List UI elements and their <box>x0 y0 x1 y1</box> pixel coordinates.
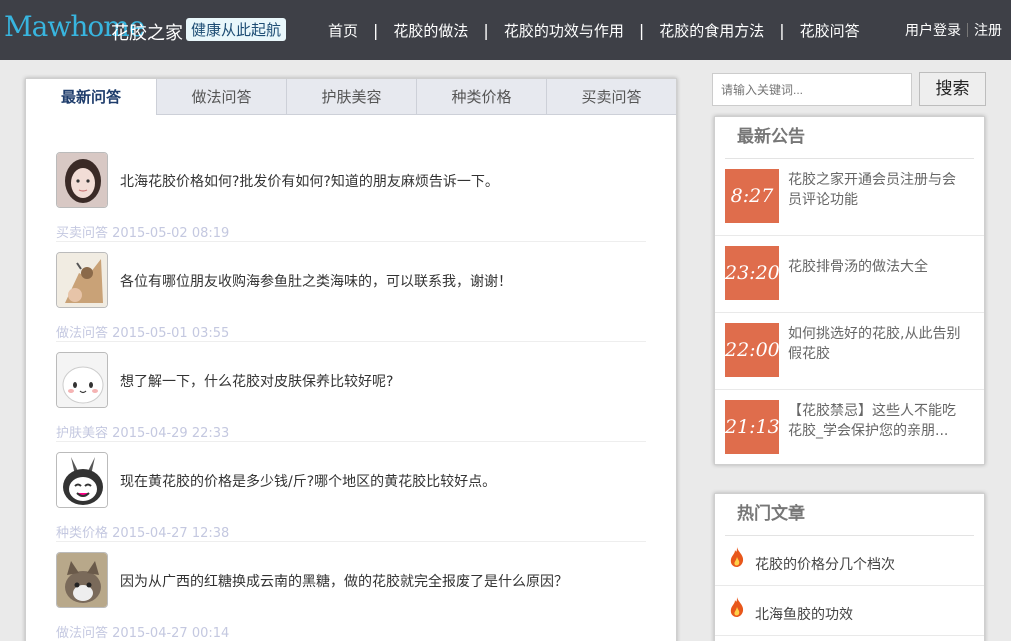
notice-link[interactable]: 花胶之家开通会员注册与会员评论功能 <box>788 170 968 210</box>
qa-panel: 最新问答 做法问答 护肤美容 种类价格 买卖问答 北海花胶价格如何?批发价有如何… <box>25 78 677 641</box>
nav-separator: | <box>779 20 785 40</box>
site-header: Mawhome 花胶之家 健康从此起航 首页 | 花胶的做法 | 花胶的功效与作… <box>0 0 1011 60</box>
qa-item: 因为从广西的红糖换成云南的黑糖，做的花胶就完全报废了是什么原因？ 做法问答 20… <box>56 549 646 641</box>
notice-box: 最新公告 8:27 花胶之家开通会员注册与会员评论功能 23:20 花胶排骨汤的… <box>714 116 985 465</box>
nav-benefits[interactable]: 花胶的功效与作用 <box>494 20 634 41</box>
qa-tabs: 最新问答 做法问答 护肤美容 种类价格 买卖问答 <box>26 79 676 115</box>
question-meta: 买卖问答 2015-05-02 08:19 <box>56 222 229 241</box>
question-title[interactable]: 因为从广西的红糖换成云南的黑糖，做的花胶就完全报废了是什么原因？ <box>120 571 568 591</box>
hot-articles-title: 热门文章 <box>725 494 974 536</box>
register-link[interactable]: 注册 <box>974 20 1002 40</box>
question-title[interactable]: 现在黄花胶的价格是多少钱/斤?哪个地区的黄花胶比较好点。 <box>120 471 496 491</box>
tab-trade[interactable]: 买卖问答 <box>546 79 676 115</box>
notice-link[interactable]: 如何挑选好的花胶,从此告别假花胶 <box>788 324 968 364</box>
nav-recipes[interactable]: 花胶的做法 <box>383 20 478 41</box>
notice-item: 8:27 花胶之家开通会员注册与会员评论功能 <box>715 159 984 236</box>
nav-separator: | <box>373 20 379 40</box>
hot-article-link[interactable]: 花胶的价格分几个档次 <box>755 554 895 574</box>
question-title[interactable]: 北海花胶价格如何?批发价有如何?知道的朋友麻烦告诉一下。 <box>120 171 499 191</box>
login-link[interactable]: 用户登录 <box>905 20 961 40</box>
nav-separator: | <box>483 20 489 40</box>
fire-icon <box>729 596 745 618</box>
avatar[interactable] <box>56 452 108 508</box>
hot-article-item: 花胶的价格分几个档次 <box>715 536 984 586</box>
question-category[interactable]: 做法问答 <box>56 626 108 641</box>
notice-time: 23:20 <box>725 246 780 300</box>
notice-item: 23:20 花胶排骨汤的做法大全 <box>715 236 984 313</box>
question-time: 2015-04-27 12:38 <box>112 526 230 541</box>
tab-latest[interactable]: 最新问答 <box>26 79 156 115</box>
logo-slogan: 健康从此起航 <box>186 18 287 41</box>
fire-icon <box>729 546 745 568</box>
search-input[interactable] <box>712 73 912 106</box>
divider <box>56 541 646 542</box>
qa-item: 各位有哪位朋友收购海参鱼肚之类海味的，可以联系我，谢谢！ 做法问答 2015-0… <box>56 249 646 349</box>
avatar[interactable] <box>56 252 108 308</box>
hot-article-link[interactable]: 北海鱼胶的功效 <box>755 604 853 624</box>
tab-recipes[interactable]: 做法问答 <box>156 79 286 115</box>
hot-articles-box: 热门文章 花胶的价格分几个档次 北海鱼胶的功效 <box>714 493 985 641</box>
notice-time: 21:13 <box>725 400 780 454</box>
question-time: 2015-04-29 22:33 <box>112 426 230 441</box>
notice-item: 22:00 如何挑选好的花胶,从此告别假花胶 <box>715 313 984 390</box>
hot-article-item: 北海鱼胶的功效 <box>715 586 984 636</box>
notice-time: 22:00 <box>725 323 780 377</box>
avatar[interactable] <box>56 152 108 208</box>
notice-link[interactable]: 花胶排骨汤的做法大全 <box>788 257 968 277</box>
question-meta: 做法问答 2015-05-01 03:55 <box>56 322 229 341</box>
question-time: 2015-04-27 00:14 <box>112 626 230 641</box>
search-button[interactable]: 搜索 <box>919 72 986 106</box>
notice-time: 8:27 <box>725 169 779 223</box>
user-links-divider <box>967 23 968 37</box>
question-category[interactable]: 买卖问答 <box>56 226 108 241</box>
question-meta: 护肤美容 2015-04-29 22:33 <box>56 422 229 441</box>
main-nav: 首页 | 花胶的做法 | 花胶的功效与作用 | 花胶的食用方法 | 花胶问答 <box>318 0 870 60</box>
notice-item: 21:13 【花胶禁忌】这些人不能吃花胶_学会保护您的亲朋... <box>715 390 984 467</box>
divider <box>56 341 646 342</box>
nav-home[interactable]: 首页 <box>318 20 368 41</box>
logo-cn-text: 花胶之家 <box>111 23 183 44</box>
question-title[interactable]: 各位有哪位朋友收购海参鱼肚之类海味的，可以联系我，谢谢！ <box>120 271 512 291</box>
qa-item: 北海花胶价格如何?批发价有如何?知道的朋友麻烦告诉一下。 买卖问答 2015-0… <box>56 149 646 249</box>
nav-qa[interactable]: 花胶问答 <box>790 20 870 41</box>
user-links: 用户登录 注册 <box>905 0 1002 60</box>
tab-skincare[interactable]: 护肤美容 <box>286 79 416 115</box>
avatar[interactable] <box>56 552 108 608</box>
question-time: 2015-05-01 03:55 <box>112 326 230 341</box>
notice-link[interactable]: 【花胶禁忌】这些人不能吃花胶_学会保护您的亲朋... <box>788 401 968 441</box>
question-title[interactable]: 想了解一下，什么花胶对皮肤保养比较好呢? <box>120 371 393 391</box>
divider <box>56 241 646 242</box>
qa-item: 想了解一下，什么花胶对皮肤保养比较好呢? 护肤美容 2015-04-29 22:… <box>56 349 646 449</box>
notice-box-title: 最新公告 <box>725 117 974 159</box>
question-meta: 种类价格 2015-04-27 12:38 <box>56 522 229 541</box>
qa-list: 北海花胶价格如何?批发价有如何?知道的朋友麻烦告诉一下。 买卖问答 2015-0… <box>56 149 646 641</box>
avatar[interactable] <box>56 352 108 408</box>
question-category[interactable]: 做法问答 <box>56 326 108 341</box>
question-category[interactable]: 种类价格 <box>56 526 108 541</box>
question-time: 2015-05-02 08:19 <box>112 226 230 241</box>
nav-separator: | <box>638 20 645 40</box>
question-category[interactable]: 护肤美容 <box>56 426 108 441</box>
divider <box>56 441 646 442</box>
tab-types-prices[interactable]: 种类价格 <box>416 79 546 115</box>
question-meta: 做法问答 2015-04-27 00:14 <box>56 622 229 641</box>
qa-item: 现在黄花胶的价格是多少钱/斤?哪个地区的黄花胶比较好点。 种类价格 2015-0… <box>56 449 646 549</box>
nav-eating-methods[interactable]: 花胶的食用方法 <box>649 20 774 41</box>
